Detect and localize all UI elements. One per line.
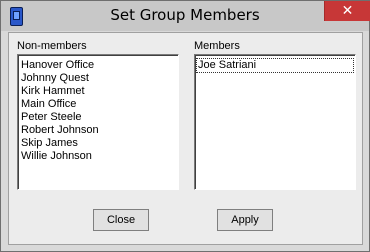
list-item[interactable]: Skip James <box>21 137 78 150</box>
list-item[interactable]: Main Office <box>21 98 76 111</box>
close-button[interactable]: Close <box>93 209 149 231</box>
list-item[interactable]: Joe Satriani <box>196 58 354 73</box>
window-title: Set Group Members <box>110 6 260 24</box>
close-window-button[interactable]: ✕ <box>324 1 370 21</box>
list-item[interactable]: Hanover Office <box>21 59 94 72</box>
apply-button[interactable]: Apply <box>217 209 273 231</box>
nonmembers-list[interactable]: Hanover Office Johnny Quest Kirk Hammet … <box>17 54 179 190</box>
nonmembers-label: Non-members <box>17 40 87 52</box>
list-item[interactable]: Willie Johnson <box>21 150 92 163</box>
close-icon: ✕ <box>341 3 354 19</box>
list-item[interactable]: Peter Steele <box>21 111 82 124</box>
dialog-client-area: Non-members Hanover Office Johnny Quest … <box>8 32 363 245</box>
dialog-window: Set Group Members ✕ Non-members Hanover … <box>0 0 370 252</box>
title-bar[interactable]: Set Group Members ✕ <box>1 1 370 31</box>
list-item[interactable]: Kirk Hammet <box>21 85 85 98</box>
members-label: Members <box>194 40 240 52</box>
members-list[interactable]: Joe Satriani <box>194 54 356 190</box>
list-item[interactable]: Johnny Quest <box>21 72 89 85</box>
list-item[interactable]: Robert Johnson <box>21 124 99 137</box>
